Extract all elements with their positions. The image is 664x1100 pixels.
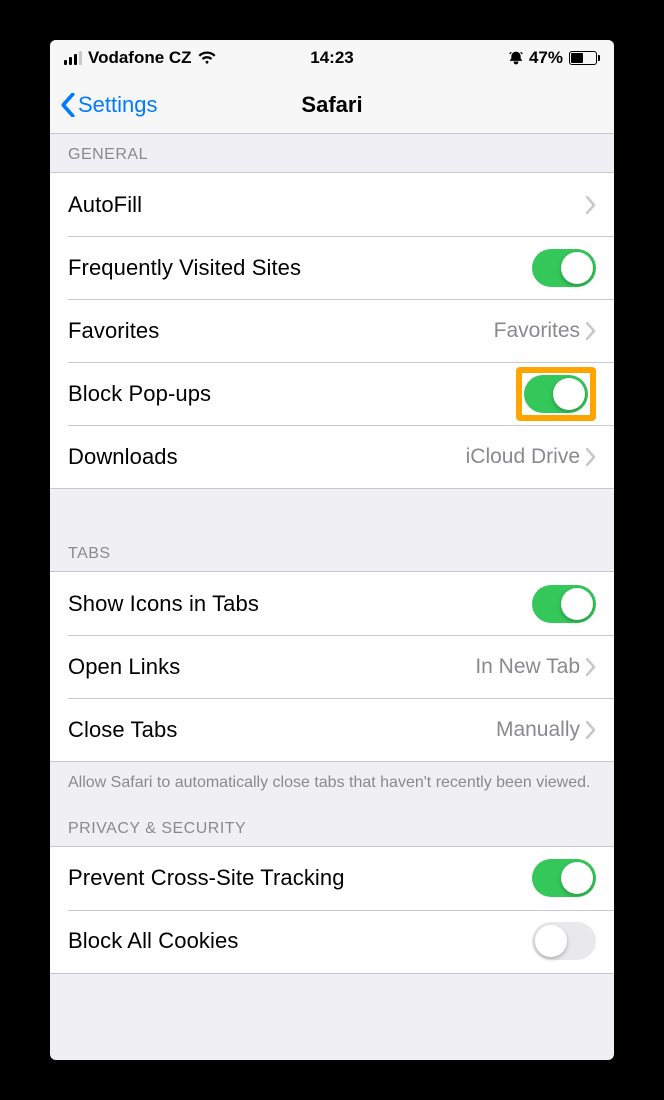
status-bar: Vodafone CZ 14:23 47% [50,40,614,76]
row-label: Close Tabs [68,717,496,743]
row-label: Downloads [68,444,466,470]
chevron-right-icon [586,448,596,466]
chevron-right-icon [586,721,596,739]
row-label: Prevent Cross-Site Tracking [68,865,532,891]
carrier-label: Vodafone CZ [88,48,192,68]
toggle-block-all-cookies[interactable] [532,922,596,960]
toggle-show-icons[interactable] [532,585,596,623]
row-downloads[interactable]: Downloads iCloud Drive [50,425,614,488]
row-value: In New Tab [475,655,580,679]
toggle-frequently-visited[interactable] [532,249,596,287]
battery-icon [569,51,600,65]
highlight-box [516,367,596,421]
chevron-right-icon [586,658,596,676]
section-header-privacy: Privacy & Security [50,798,614,846]
back-button[interactable]: Settings [60,92,158,118]
battery-percent-label: 47% [529,48,563,68]
section-footer-tabs: Allow Safari to automatically close tabs… [50,762,614,798]
row-open-links[interactable]: Open Links In New Tab [50,635,614,698]
row-autofill[interactable]: AutoFill [50,173,614,236]
row-label: Show Icons in Tabs [68,591,532,617]
row-block-all-cookies: Block All Cookies [50,910,614,973]
row-close-tabs[interactable]: Close Tabs Manually [50,698,614,761]
chevron-right-icon [586,196,596,214]
row-prevent-cross-site-tracking: Prevent Cross-Site Tracking [50,847,614,910]
nav-bar: Settings Safari [50,76,614,134]
row-value: Manually [496,718,580,742]
toggle-prevent-cross-site[interactable] [532,859,596,897]
row-label: Block All Cookies [68,928,532,954]
back-label: Settings [78,92,158,118]
row-frequently-visited: Frequently Visited Sites [50,236,614,299]
row-block-popups: Block Pop-ups [50,362,614,425]
section-header-general: General [50,134,614,172]
row-value: iCloud Drive [466,445,580,469]
row-label: Block Pop-ups [68,381,516,407]
row-value: Favorites [494,319,580,343]
group-tabs: Show Icons in Tabs Open Links In New Tab… [50,571,614,762]
cellular-signal-icon [64,51,82,65]
group-general: AutoFill Frequently Visited Sites Favori… [50,172,614,489]
row-label: AutoFill [68,192,586,218]
chevron-right-icon [586,322,596,340]
wifi-icon [198,51,216,65]
toggle-block-popups[interactable] [524,375,588,413]
phone-screen: Vodafone CZ 14:23 47% Settings Safari Ge… [50,40,614,1060]
section-header-tabs: Tabs [50,533,614,571]
row-show-icons-in-tabs: Show Icons in Tabs [50,572,614,635]
row-favorites[interactable]: Favorites Favorites [50,299,614,362]
row-label: Favorites [68,318,494,344]
alarm-icon [509,51,523,65]
row-label: Frequently Visited Sites [68,255,532,281]
group-privacy: Prevent Cross-Site Tracking Block All Co… [50,846,614,974]
chevron-left-icon [60,93,76,117]
row-label: Open Links [68,654,475,680]
